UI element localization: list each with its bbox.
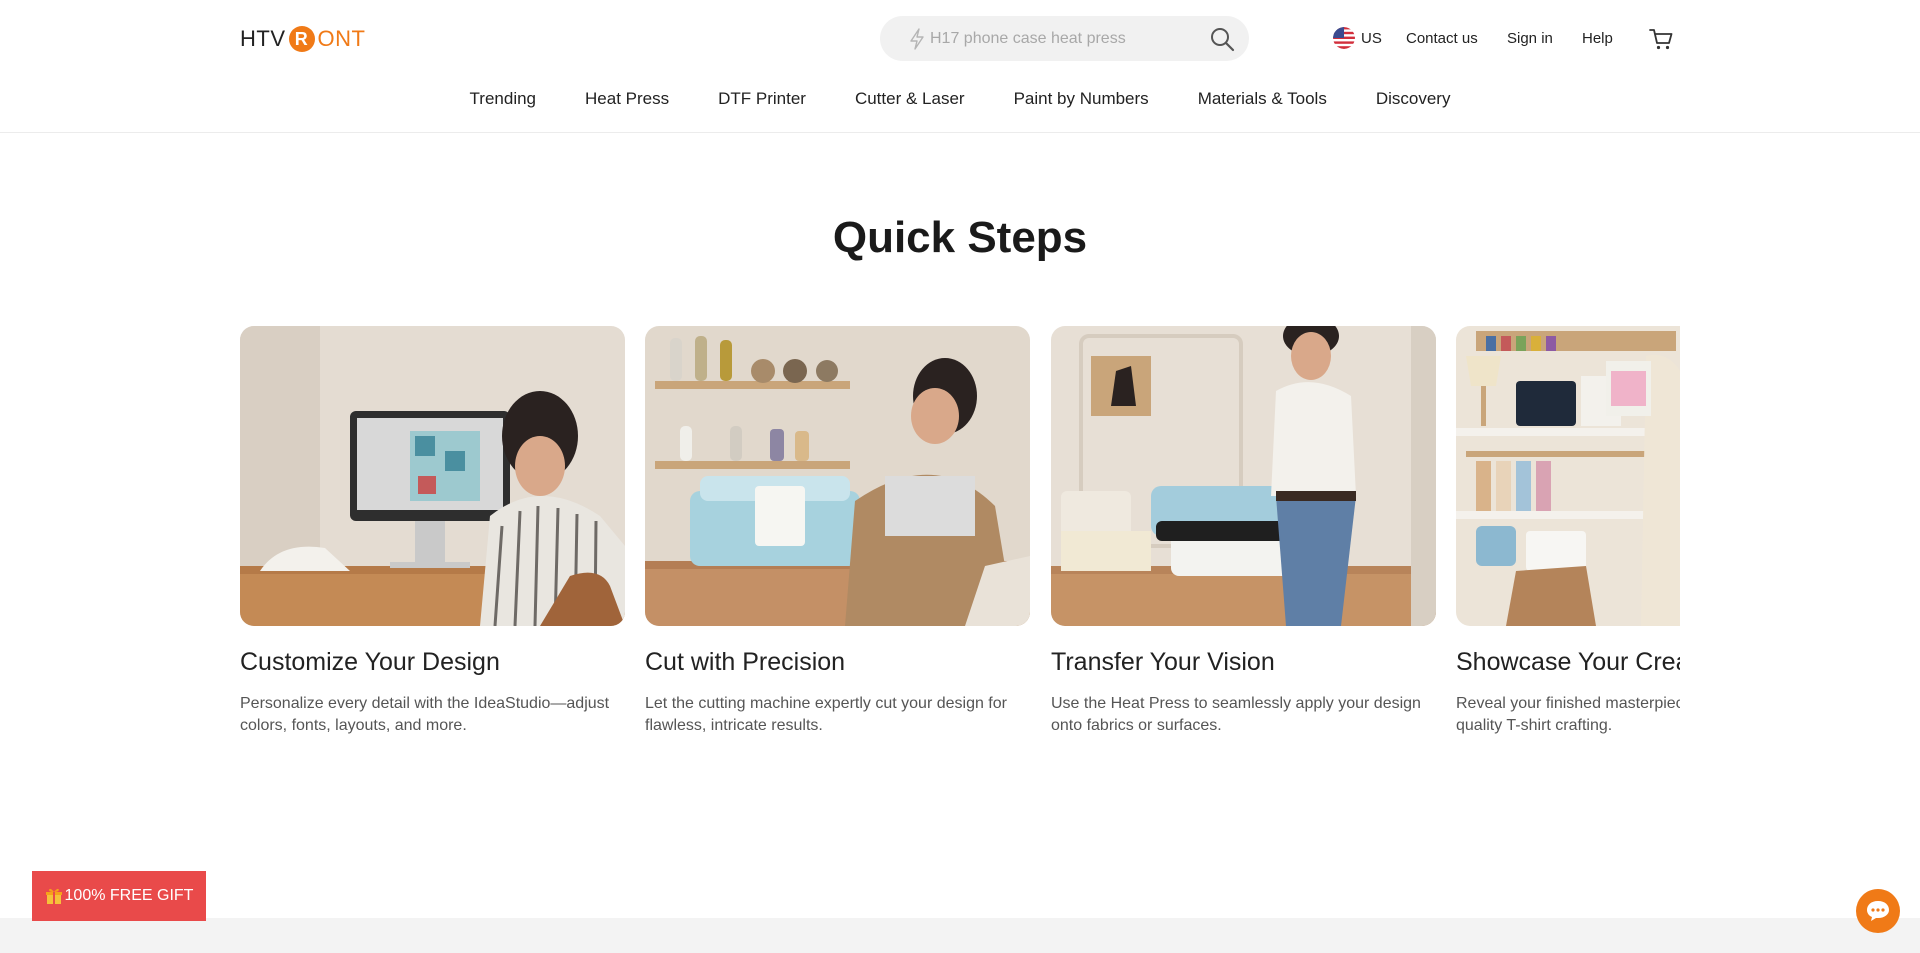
free-gift-button[interactable]: 100% FREE GIFT xyxy=(32,871,206,921)
search-icon[interactable] xyxy=(1209,26,1235,52)
step-card-desc: Use the Heat Press to seamlessly apply y… xyxy=(1051,695,1421,734)
step-card-image xyxy=(645,326,1030,626)
region-label: US xyxy=(1361,29,1382,47)
step-card-desc: Let the cutting machine expertly cut you… xyxy=(645,695,1007,734)
gift-icon xyxy=(45,888,62,904)
step-card-image xyxy=(1051,326,1436,626)
us-flag-icon xyxy=(1333,27,1355,49)
step-card-title: Customize Your Design xyxy=(240,648,500,676)
contact-us-link[interactable]: Contact us xyxy=(1406,26,1478,50)
logo-mark: R xyxy=(288,26,315,52)
step-card-desc: Reveal your finished masterpiece with pr… xyxy=(1456,695,1680,734)
footer-strip xyxy=(0,918,1920,953)
search-input[interactable] xyxy=(930,29,1209,48)
step-card-image xyxy=(1456,326,1680,626)
sign-in-link[interactable]: Sign in xyxy=(1507,26,1553,50)
site-header: HTV R ONT H17 phone case heat press US C… xyxy=(0,0,1920,133)
chat-bubble-icon xyxy=(1867,901,1889,921)
step-card[interactable]: Cut with Precision Let the cutting machi… xyxy=(645,326,1030,737)
nav-item-dtf-printer[interactable]: DTF Printer xyxy=(694,86,831,112)
step-card-title: Cut with Precision xyxy=(645,648,846,676)
step-card[interactable]: Transfer Your Vision Use the Heat Press … xyxy=(1051,326,1436,737)
logo-right-text: ONT xyxy=(317,26,366,51)
quick-steps-carousel: Customize Your Design Personalize every … xyxy=(240,326,1680,746)
cart-icon[interactable] xyxy=(1648,26,1674,52)
nav-item-discovery[interactable]: Discovery xyxy=(1351,86,1475,112)
nav-item-materials-tools[interactable]: Materials & Tools xyxy=(1173,86,1351,112)
nav-item-paint-by-numbers[interactable]: Paint by Numbers xyxy=(989,86,1173,112)
nav-item-trending[interactable]: Trending xyxy=(445,86,560,112)
site-logo[interactable]: HTV R ONT xyxy=(240,24,365,54)
nav-item-heat-press[interactable]: Heat Press xyxy=(561,86,694,112)
main-nav: Trending Heat Press DTF Printer Cutter &… xyxy=(0,86,1920,112)
search-bar xyxy=(880,16,1249,61)
page: HTV R ONT H17 phone case heat press US C… xyxy=(0,0,1920,953)
step-card-title: Transfer Your Vision xyxy=(1051,648,1275,676)
step-card-desc: Personalize every detail with the IdeaSt… xyxy=(240,695,610,734)
logo-left-text: HTV xyxy=(240,26,286,51)
free-gift-label: 100% FREE GIFT xyxy=(64,887,194,904)
step-card[interactable]: Customize Your Design Personalize every … xyxy=(240,326,625,737)
bolt-icon xyxy=(910,27,924,50)
nav-item-cutter-laser[interactable]: Cutter & Laser xyxy=(830,86,989,112)
step-card[interactable]: Showcase Your Creation Reveal your finis… xyxy=(1456,326,1680,737)
step-card-title: Showcase Your Creation xyxy=(1456,648,1680,676)
section-title: Quick Steps xyxy=(832,213,1088,262)
region-selector[interactable]: US xyxy=(1333,26,1382,50)
chat-button[interactable] xyxy=(1856,889,1900,933)
help-link[interactable]: Help xyxy=(1582,26,1613,50)
step-card-image xyxy=(240,326,625,626)
